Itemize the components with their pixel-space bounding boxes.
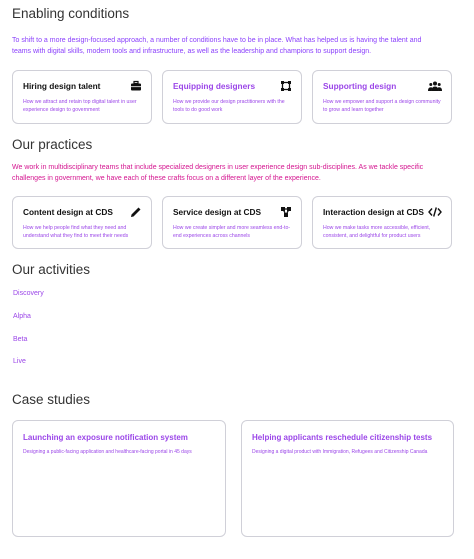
card-content-design[interactable]: Content design at CDS How we help people… — [12, 196, 152, 249]
card-description: How we help people find what they need a… — [23, 225, 129, 239]
card-hiring-design-talent[interactable]: Hiring design talent How we attract and … — [12, 70, 152, 124]
card-description: How we attract and retain top digital ta… — [23, 99, 137, 113]
case-study-description: Designing a public-facing application an… — [23, 449, 192, 455]
card-title: Content design at CDS — [23, 207, 113, 217]
card-description: How we make tasks more accessible, effic… — [323, 225, 431, 239]
case-studies-heading: Case studies — [12, 392, 91, 407]
link-beta[interactable]: Beta — [13, 336, 27, 343]
case-study-description: Designing a digital product with Immigra… — [252, 449, 428, 455]
card-description: How we empower and support a design comm… — [323, 99, 441, 113]
case-study-exposure-notification[interactable]: Launching an exposure notification syste… — [12, 420, 226, 537]
card-title: Hiring design talent — [23, 81, 101, 91]
card-equipping-designers[interactable]: Equipping designers How we provide our d… — [162, 70, 302, 124]
card-title: Supporting design — [323, 81, 397, 91]
card-title: Equipping designers — [173, 81, 256, 91]
card-interaction-design[interactable]: Interaction design at CDS How we make ta… — [312, 196, 452, 249]
briefcase-icon — [131, 80, 141, 91]
link-discovery[interactable]: Discovery — [13, 290, 44, 297]
practices-intro: We work in multidisciplinary teams that … — [12, 164, 424, 182]
case-study-title: Helping applicants reschedule citizenshi… — [252, 433, 433, 442]
code-icon — [428, 207, 442, 217]
card-service-design[interactable]: Service design at CDS How we create simp… — [162, 196, 302, 249]
case-study-citizenship-tests[interactable]: Helping applicants reschedule citizenshi… — [241, 420, 454, 537]
link-live[interactable]: Live — [13, 358, 26, 365]
people-icon — [428, 81, 442, 91]
card-title: Service design at CDS — [173, 207, 262, 217]
case-study-title: Launching an exposure notification syste… — [23, 433, 188, 442]
activities-heading: Our activities — [12, 262, 91, 277]
card-description: How we provide our design practitioners … — [173, 99, 285, 113]
practices-heading: Our practices — [12, 137, 93, 152]
card-description: How we create simpler and more seamless … — [173, 225, 291, 239]
network-icon — [281, 207, 291, 217]
card-supporting-design[interactable]: Supporting design How we empower and sup… — [312, 70, 452, 124]
link-alpha[interactable]: Alpha — [13, 313, 31, 320]
pencil-icon — [131, 207, 141, 217]
enabling-intro: To shift to a more design-focused approa… — [12, 37, 422, 55]
enabling-heading: Enabling conditions — [12, 6, 130, 21]
frame-icon — [281, 81, 291, 91]
card-title: Interaction design at CDS — [323, 207, 424, 217]
